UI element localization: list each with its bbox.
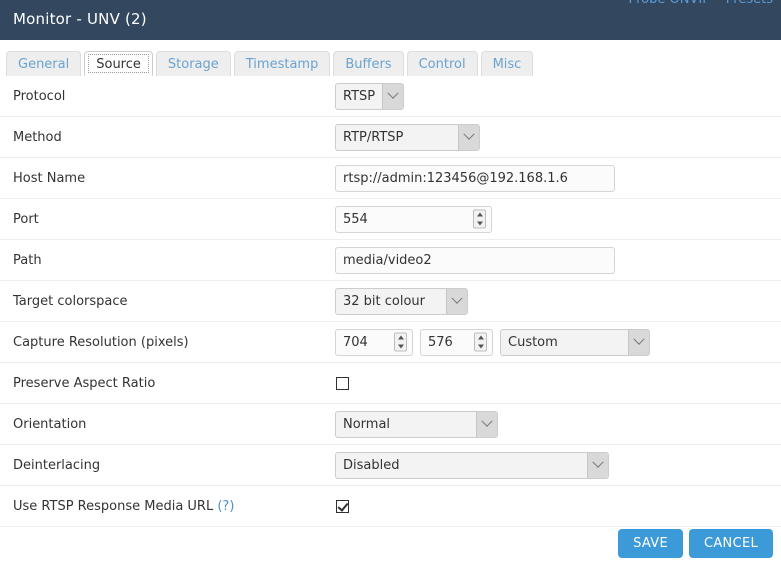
row-target-colorspace: Target colorspace 32 bit colour <box>0 281 781 322</box>
tab-source[interactable]: Source <box>84 51 153 76</box>
field-use-rtsp-media-url <box>335 499 781 513</box>
label-host-name: Host Name <box>13 170 86 186</box>
capture-width-value: 704 <box>343 334 368 350</box>
row-orientation: Orientation Normal <box>0 404 781 445</box>
orientation-select-value: Normal <box>343 416 391 432</box>
chevron-down-icon <box>587 452 608 478</box>
field-deinterlacing: Disabled <box>335 451 781 479</box>
help-hint-link[interactable]: (?) <box>217 499 234 514</box>
host-name-input[interactable]: rtsp://admin:123456@192.168.1.6 <box>335 164 615 192</box>
capture-height-value: 576 <box>428 334 453 350</box>
protocol-select[interactable]: RTSP <box>335 82 404 110</box>
label-port: Port <box>13 211 39 227</box>
chevron-down-icon <box>446 288 467 314</box>
method-select[interactable]: RTP/RTSP <box>335 123 480 151</box>
tab-misc[interactable]: Misc <box>480 51 534 76</box>
deinterlacing-select[interactable]: Disabled <box>335 451 609 479</box>
capture-resolution-preset-select[interactable]: Custom <box>500 328 650 356</box>
row-method: Method RTP/RTSP <box>0 117 781 158</box>
capture-height-stepper[interactable] <box>474 332 487 352</box>
page-header: Monitor - UNV (2) Probe ONVIF Presets <box>0 0 781 40</box>
field-port: 554 <box>335 205 781 233</box>
stepper-down-icon[interactable] <box>395 342 406 351</box>
label-path: Path <box>13 252 42 268</box>
probe-onvif-link[interactable]: Probe ONVIF <box>629 0 710 7</box>
stepper-up-icon[interactable] <box>474 211 485 220</box>
row-deinterlacing: Deinterlacing Disabled <box>0 445 781 486</box>
field-protocol: RTSP <box>335 82 781 110</box>
chevron-down-icon <box>382 83 403 109</box>
tab-control[interactable]: Control <box>406 51 478 76</box>
header-link-group: Probe ONVIF Presets <box>629 0 773 7</box>
stepper-down-icon[interactable] <box>474 219 485 228</box>
row-capture-resolution: Capture Resolution (pixels) 704 576 Cust… <box>0 322 781 363</box>
cancel-button[interactable]: CANCEL <box>688 529 773 558</box>
stepper-down-icon[interactable] <box>475 342 486 351</box>
presets-link[interactable]: Presets <box>726 0 773 7</box>
chevron-down-icon <box>476 411 497 437</box>
label-capture-resolution: Capture Resolution (pixels) <box>13 334 189 350</box>
port-stepper[interactable] <box>473 209 486 229</box>
label-protocol: Protocol <box>13 88 66 104</box>
source-settings-form: Protocol RTSP Method RTP/RTSP Host Name … <box>0 76 781 527</box>
tab-buffers[interactable]: Buffers <box>333 51 404 76</box>
tab-general[interactable]: General <box>6 51 82 76</box>
field-host-name: rtsp://admin:123456@192.168.1.6 <box>335 164 781 192</box>
capture-height-input[interactable]: 576 <box>420 328 493 356</box>
stepper-up-icon[interactable] <box>475 334 486 343</box>
label-deinterlacing: Deinterlacing <box>13 457 101 473</box>
row-use-rtsp-media-url: Use RTSP Response Media URL (?) <box>0 486 781 527</box>
label-use-rtsp-media-url: Use RTSP Response Media URL (?) <box>0 499 335 514</box>
port-input[interactable]: 554 <box>335 205 492 233</box>
protocol-select-value: RTSP <box>343 88 376 104</box>
row-host-name: Host Name rtsp://admin:123456@192.168.1.… <box>0 158 781 199</box>
row-preserve-aspect-ratio: Preserve Aspect Ratio <box>0 363 781 404</box>
path-input[interactable]: media/video2 <box>335 246 615 274</box>
tab-source-label: Source <box>96 57 141 72</box>
tab-storage[interactable]: Storage <box>155 51 231 76</box>
field-target-colorspace: 32 bit colour <box>335 287 781 315</box>
stepper-up-icon[interactable] <box>395 334 406 343</box>
capture-width-stepper[interactable] <box>394 332 407 352</box>
field-preserve-aspect-ratio <box>335 376 781 390</box>
capture-width-input[interactable]: 704 <box>335 328 413 356</box>
label-preserve-aspect-ratio: Preserve Aspect Ratio <box>13 375 156 391</box>
capture-resolution-preset-value: Custom <box>508 334 558 350</box>
label-orientation: Orientation <box>13 416 87 432</box>
deinterlacing-select-value: Disabled <box>343 457 400 473</box>
use-rtsp-media-url-checkbox[interactable] <box>336 499 349 513</box>
chevron-down-icon <box>628 329 649 355</box>
tab-timestamp[interactable]: Timestamp <box>233 51 331 76</box>
field-method: RTP/RTSP <box>335 123 781 151</box>
target-colorspace-value: 32 bit colour <box>343 293 426 309</box>
label-method: Method <box>13 129 62 145</box>
orientation-select[interactable]: Normal <box>335 410 498 438</box>
field-orientation: Normal <box>335 410 781 438</box>
preserve-aspect-ratio-checkbox[interactable] <box>336 376 349 390</box>
row-port: Port 554 <box>0 199 781 240</box>
page-title: Monitor - UNV (2) <box>13 10 147 28</box>
label-target-colorspace: Target colorspace <box>13 293 128 309</box>
save-button[interactable]: SAVE <box>618 529 683 558</box>
field-capture-resolution: 704 576 Custom <box>335 328 781 356</box>
tab-bar: General Source Storage Timestamp Buffers… <box>0 47 781 76</box>
use-rtsp-media-url-text: Use RTSP Response Media URL <box>13 498 214 514</box>
row-protocol: Protocol RTSP <box>0 76 781 117</box>
port-value: 554 <box>343 211 368 227</box>
row-path: Path media/video2 <box>0 240 781 281</box>
form-actions: SAVE CANCEL <box>618 529 773 558</box>
method-select-value: RTP/RTSP <box>343 129 404 145</box>
chevron-down-icon <box>458 124 479 150</box>
target-colorspace-select[interactable]: 32 bit colour <box>335 287 468 315</box>
field-path: media/video2 <box>335 246 781 274</box>
